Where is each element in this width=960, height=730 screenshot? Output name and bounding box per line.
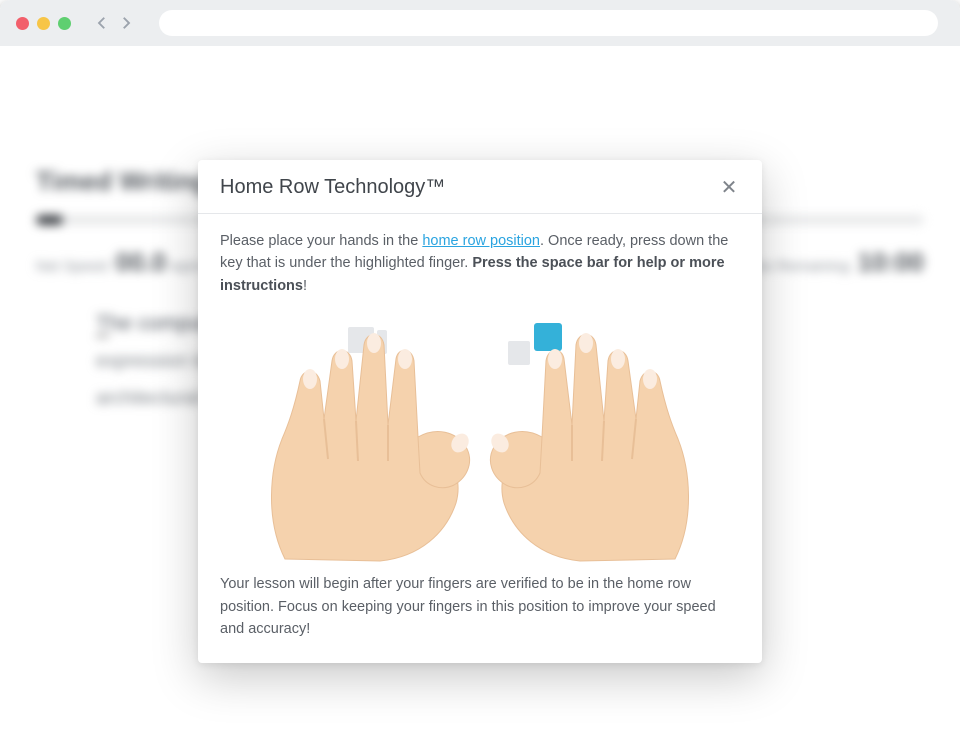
browser-window: Timed Writing Net Speed: 00.0 wpm Time R… — [0, 0, 960, 730]
home-row-position-link[interactable]: home row position — [422, 233, 540, 249]
window-titlebar — [0, 0, 960, 46]
window-close-dot[interactable] — [16, 17, 29, 30]
nav-arrows — [93, 14, 135, 32]
right-key-highlighted — [534, 323, 562, 351]
window-zoom-dot[interactable] — [58, 17, 71, 30]
net-speed-value: 00.0 — [116, 247, 167, 277]
close-button[interactable]: ✕ — [718, 177, 740, 199]
instruction-post: ! — [303, 278, 307, 294]
back-icon[interactable] — [93, 14, 111, 32]
close-icon: ✕ — [721, 175, 738, 200]
modal-header: Home Row Technology™ ✕ — [198, 160, 762, 214]
modal-body: Please place your hands in the home row … — [198, 214, 762, 663]
right-hand — [488, 333, 689, 561]
modal-title: Home Row Technology™ — [220, 176, 445, 199]
right-key-inactive — [508, 341, 530, 365]
modal-instruction: Please place your hands in the home row … — [220, 230, 740, 297]
time-remaining-block: Time Remaining: 10:00 — [740, 247, 924, 278]
address-bar[interactable] — [159, 10, 938, 36]
passage-cursor-char: T — [96, 312, 109, 337]
hands-svg — [220, 309, 740, 565]
instruction-pre: Please place your hands in the — [220, 233, 422, 249]
window-minimize-dot[interactable] — [37, 17, 50, 30]
hands-illustration — [220, 309, 740, 565]
net-speed-label: Net Speed: — [36, 258, 111, 275]
left-hand — [271, 333, 472, 561]
home-row-modal: Home Row Technology™ ✕ Please place your… — [198, 160, 762, 663]
time-remaining-value: 10:00 — [858, 247, 925, 277]
net-speed-block: Net Speed: 00.0 wpm — [36, 247, 202, 278]
modal-footer-text: Your lesson will begin after your finger… — [220, 573, 740, 640]
forward-icon[interactable] — [117, 14, 135, 32]
